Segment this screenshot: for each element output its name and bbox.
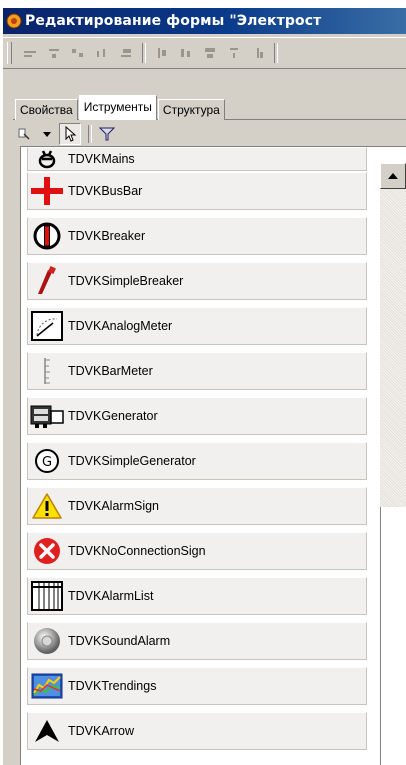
toolbox-item-alarm-list[interactable]: TDVKAlarmList <box>27 577 367 615</box>
tab-properties[interactable]: Свойства <box>15 99 78 120</box>
toolbox-item-no-connection-sign[interactable]: TDVKNoConnectionSign <box>27 532 367 570</box>
breaker-icon <box>28 218 66 254</box>
scroll-up-arrow-icon <box>388 173 398 179</box>
align-middle-icon[interactable] <box>178 45 194 61</box>
toolbox-item-label: TDVKAnalogMeter <box>68 319 173 333</box>
editor-window: Редактирование формы "Электрост Свойства… <box>2 8 406 765</box>
toolbox-item-arrow[interactable]: TDVKArrow <box>27 712 367 750</box>
align-bottom-icon[interactable] <box>118 45 134 61</box>
tab-structure[interactable]: Структура <box>157 99 225 120</box>
toolbox-item-analog-meter[interactable]: TDVKAnalogMeter <box>27 307 367 345</box>
filter-icon[interactable] <box>97 124 117 144</box>
bar-meter-icon <box>28 353 66 389</box>
scroll-track-lower[interactable] <box>380 507 406 765</box>
toolbox-item-label: TDVKNoConnectionSign <box>68 544 206 558</box>
simple-breaker-icon <box>28 263 66 299</box>
busbar-icon <box>28 173 66 209</box>
dropdown-arrow-icon[interactable] <box>37 124 57 144</box>
toolbox-item-breaker[interactable]: TDVKBreaker <box>27 217 367 255</box>
alarm-list-icon <box>28 578 66 614</box>
toolbar-grip[interactable] <box>7 42 12 64</box>
toolbox-list[interactable]: TDVKMains TDVKBusBar TDVKBreaker TDVKSim… <box>21 147 376 765</box>
toolbox-item-sound-alarm[interactable]: TDVKSoundAlarm <box>27 622 367 660</box>
subtoolbar-separator <box>88 125 92 143</box>
tab-tools[interactable]: Иструменты <box>78 95 157 120</box>
tab-strip: Свойства Иструменты Структура <box>15 95 226 120</box>
center-vertical-icon[interactable] <box>250 45 266 61</box>
arrow-icon <box>28 713 66 749</box>
toolbox-item-label: TDVKAlarmList <box>68 589 154 603</box>
toolbox-item-generator[interactable]: TDVKGenerator <box>27 397 367 435</box>
toolbox-item-label: TDVKArrow <box>68 724 134 738</box>
pointer-select-icon[interactable] <box>59 123 81 145</box>
toolbox-item-label: TDVKSimpleGenerator <box>68 454 196 468</box>
vertical-scrollbar[interactable] <box>378 147 406 765</box>
no-connection-icon <box>28 533 66 569</box>
toolbox-item-label: TDVKGenerator <box>68 409 158 423</box>
sound-alarm-icon <box>28 623 66 659</box>
align-right-icon[interactable] <box>70 45 86 61</box>
toolbox-item-label: TDVKMains <box>68 152 135 166</box>
scroll-up-button[interactable] <box>380 163 406 189</box>
mains-symbol-icon <box>28 148 66 170</box>
space-vertical-icon[interactable] <box>226 45 242 61</box>
title-bar[interactable]: Редактирование формы "Электрост <box>3 8 406 34</box>
toolbox-list-frame: TDVKMains TDVKBusBar TDVKBreaker TDVKSim… <box>20 146 406 765</box>
same-size-icon[interactable] <box>202 45 218 61</box>
toolbox-item-label: TDVKBreaker <box>68 229 146 243</box>
toolbox-item-bar-meter[interactable]: TDVKBarMeter <box>27 352 367 390</box>
align-center-icon[interactable] <box>46 45 62 61</box>
warning-triangle-icon <box>28 488 66 524</box>
toolbox-item-label: TDVKSimpleBreaker <box>68 274 184 288</box>
app-icon <box>6 13 22 29</box>
toolbox-item-label: TDVKAlarmSign <box>68 499 159 513</box>
toolbox-item-mains[interactable]: TDVKMains <box>27 147 367 171</box>
toolbox-item-trendings[interactable]: TDVKTrendings <box>27 667 367 705</box>
toolbox-item-label: TDVKBusBar <box>68 184 143 198</box>
analog-meter-icon <box>28 308 66 344</box>
space-horizontal-icon[interactable] <box>94 45 110 61</box>
simple-generator-icon: G <box>28 443 66 479</box>
align-left-icon[interactable] <box>22 45 38 61</box>
window-title: Редактирование формы "Электрост <box>25 13 322 29</box>
trend-chart-icon <box>28 668 66 704</box>
toolbar-separator <box>142 43 146 63</box>
toolbox-item-alarm-sign[interactable]: TDVKAlarmSign <box>27 487 367 525</box>
svg-text:G: G <box>42 455 52 470</box>
toolbox-item-label: TDVKSoundAlarm <box>68 634 171 648</box>
generator-icon <box>28 398 66 434</box>
toolbox-item-label: TDVKTrendings <box>68 679 157 693</box>
align-toolbar <box>3 37 406 69</box>
toolbox-item-label: TDVKBarMeter <box>68 364 153 378</box>
align-top-icon[interactable] <box>154 45 170 61</box>
toolbar-separator <box>274 43 278 63</box>
toolbox-item-simple-breaker[interactable]: TDVKSimpleBreaker <box>27 262 367 300</box>
toolbox-item-simple-generator[interactable]: G TDVKSimpleGenerator <box>27 442 367 480</box>
toolbox-item-busbar[interactable]: TDVKBusBar <box>27 172 367 210</box>
component-palette-icon[interactable] <box>15 124 35 144</box>
tools-subtoolbar <box>15 123 119 145</box>
